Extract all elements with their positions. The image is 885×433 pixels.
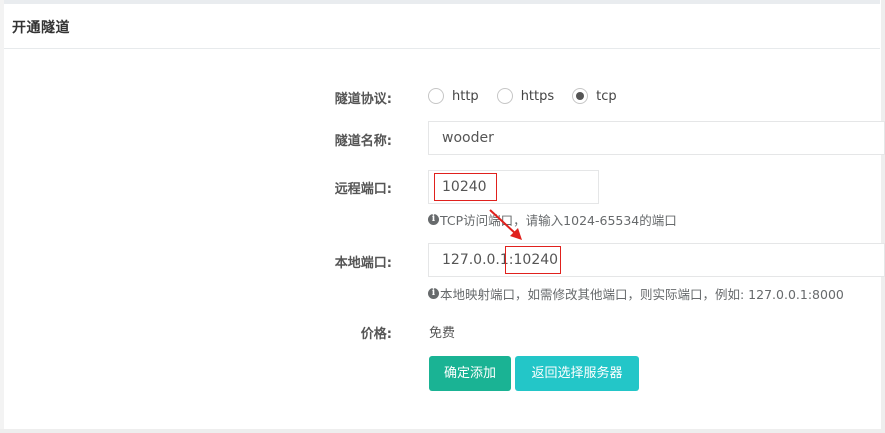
panel-title: 开通隧道 xyxy=(12,20,70,36)
info-circle-icon: i xyxy=(428,288,439,299)
price-label: 价格: xyxy=(360,327,392,342)
local-port-input[interactable]: 127.0.0.1:10240 xyxy=(428,243,885,277)
radio-http[interactable]: http xyxy=(428,88,479,104)
local-port-help: i 本地映射端口，如需修改其他端口，则实际端口，例如: 127.0.0.1:80… xyxy=(428,284,844,303)
confirm-add-button[interactable]: 确定添加 xyxy=(429,356,511,391)
remote-port-help-text: TCP访问端口，请输入1024-65534的端口 xyxy=(440,213,677,228)
radio-https-label: https xyxy=(520,88,555,104)
radio-tcp-label: tcp xyxy=(596,88,617,104)
annotation-box-local-port xyxy=(505,246,561,274)
radio-tcp[interactable]: tcp xyxy=(572,88,617,104)
bottom-edge xyxy=(0,429,885,433)
page: 开通隧道 隧道协议: http https tcp 隧道名称: wooder 远… xyxy=(0,0,885,433)
annotation-box-remote-port xyxy=(434,173,497,201)
tunnel-name-label: 隧道名称: xyxy=(334,134,392,149)
red-arrow-icon xyxy=(489,209,522,240)
radio-https[interactable]: https xyxy=(496,88,555,104)
top-strip xyxy=(0,0,880,4)
info-circle-icon: i xyxy=(428,214,439,225)
price-value: 免费 xyxy=(429,326,456,341)
radio-http-label: http xyxy=(452,88,479,104)
local-port-help-text: 本地映射端口，如需修改其他端口，则实际端口，例如: 127.0.0.1:8000 xyxy=(440,287,844,302)
title-divider xyxy=(4,48,880,49)
tunnel-name-input[interactable]: wooder xyxy=(428,121,885,155)
radio-tcp-circle[interactable] xyxy=(572,88,589,104)
remote-port-label: 远程端口: xyxy=(334,182,392,197)
radio-http-circle[interactable] xyxy=(428,88,444,104)
remote-port-help: i TCP访问端口，请输入1024-65534的端口 xyxy=(428,210,677,229)
protocol-label: 隧道协议: xyxy=(334,92,392,107)
left-edge xyxy=(0,0,4,433)
radio-https-circle[interactable] xyxy=(496,88,513,104)
protocol-radio-group: http https tcp xyxy=(428,86,635,106)
right-edge xyxy=(881,0,885,433)
local-port-label: 本地端口: xyxy=(334,256,392,271)
back-select-server-button[interactable]: 返回选择服务器 xyxy=(515,356,639,391)
